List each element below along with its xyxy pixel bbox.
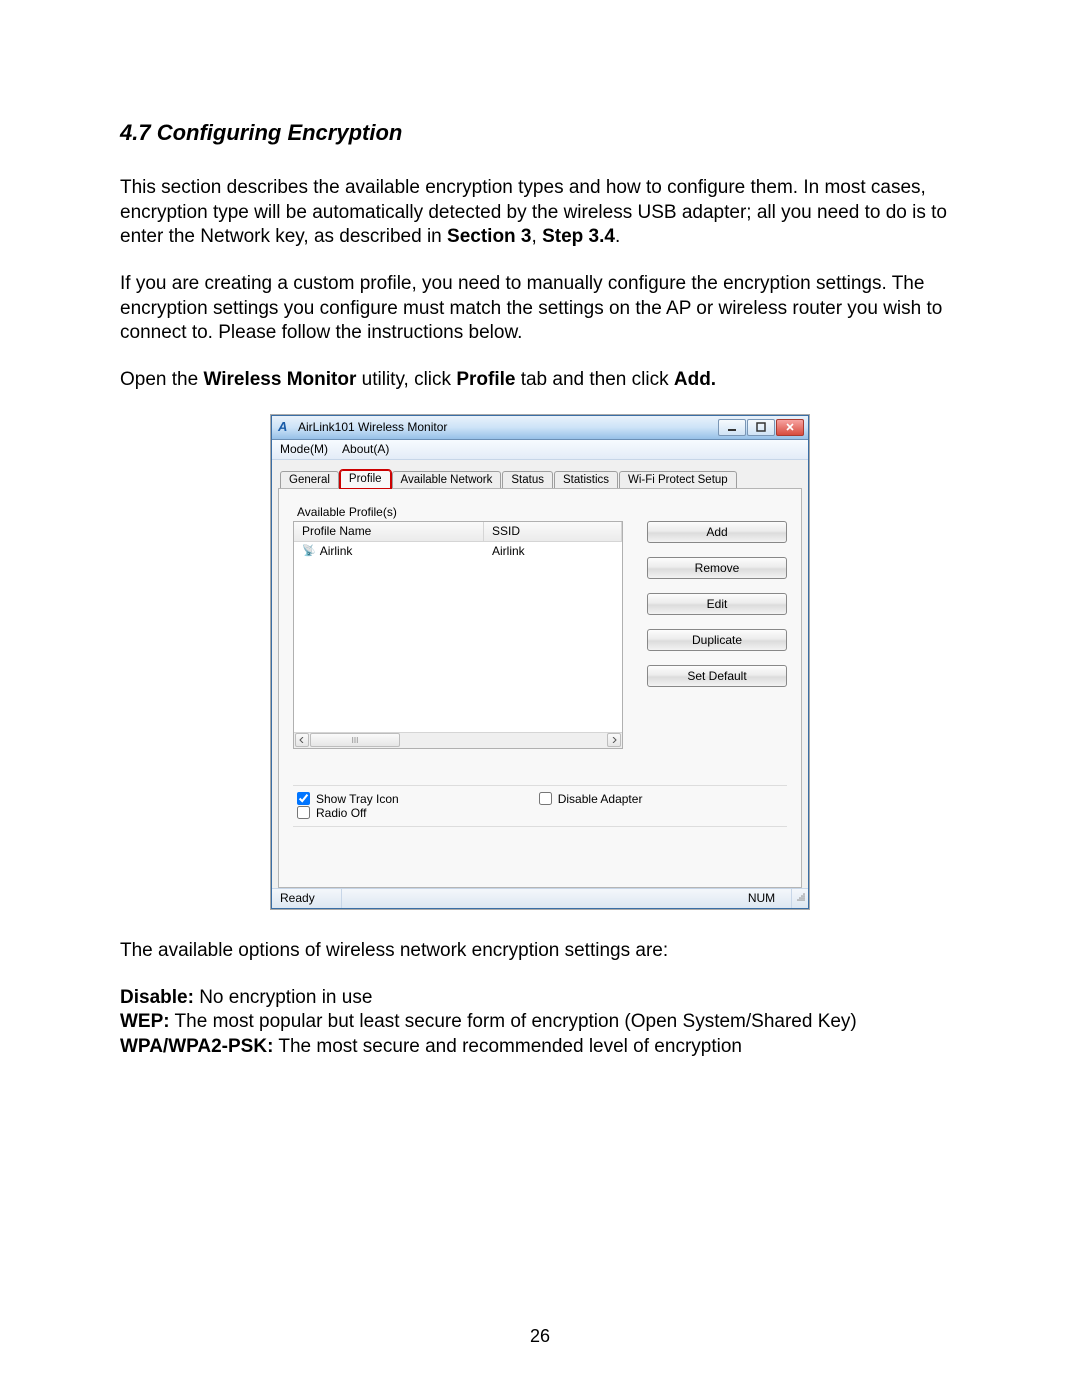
status-ready: Ready [272, 889, 342, 908]
profiles-listview[interactable]: Profile Name SSID 📡 Airlink Airlink [293, 521, 623, 749]
duplicate-button[interactable]: Duplicate [647, 629, 787, 651]
opt-wpa-text: The most secure and recommended level of… [273, 1036, 742, 1057]
bold-text: Wireless Monitor [203, 369, 356, 390]
opt-wep-text: The most popular but least secure form o… [170, 1011, 857, 1032]
disable-adapter-checkbox[interactable] [539, 792, 552, 805]
tab-statistics[interactable]: Statistics [554, 471, 618, 488]
scroll-thumb[interactable]: III [310, 733, 400, 747]
options-list: Disable: No encryption in use WEP: The m… [120, 986, 960, 1060]
tab-status[interactable]: Status [502, 471, 553, 488]
bold-text: Add. [674, 369, 716, 390]
text: Open the [120, 369, 203, 390]
minimize-icon [727, 422, 737, 432]
group-label: Available Profile(s) [297, 505, 787, 519]
text: , [532, 226, 543, 247]
page-number: 26 [0, 1326, 1080, 1347]
show-tray-label: Show Tray Icon [316, 792, 399, 806]
statusbar: Ready NUM [272, 888, 808, 908]
titlebar: A AirLink101 Wireless Monitor [272, 416, 808, 440]
paragraph-2: If you are creating a custom profile, yo… [120, 272, 960, 346]
scroll-right-button[interactable] [607, 733, 621, 747]
list-item[interactable]: 📡 Airlink Airlink [294, 542, 622, 560]
bottom-checks: Show Tray Icon Radio Off Disable Adapter [293, 785, 787, 827]
radio-off-label: Radio Off [316, 806, 366, 820]
tab-wifi-protect[interactable]: Wi-Fi Protect Setup [619, 471, 737, 488]
menu-about[interactable]: About(A) [342, 442, 389, 456]
section-heading: 4.7 Configuring Encryption [120, 120, 960, 146]
maximize-icon [756, 422, 766, 432]
tab-profile[interactable]: Profile [340, 470, 391, 488]
paragraph-1: This section describes the available enc… [120, 176, 960, 250]
remove-button[interactable]: Remove [647, 557, 787, 579]
app-icon: A [278, 420, 292, 434]
show-tray-checkbox[interactable] [297, 792, 310, 805]
status-num: NUM [732, 889, 792, 908]
bold-text: Step 3.4 [542, 226, 615, 247]
close-button[interactable] [776, 419, 804, 436]
disable-adapter-label: Disable Adapter [558, 792, 643, 806]
paragraph-3: Open the Wireless Monitor utility, click… [120, 368, 960, 393]
opt-wpa-label: WPA/WPA2-PSK: [120, 1036, 273, 1057]
bold-text: Section 3 [447, 226, 531, 247]
column-profile-name[interactable]: Profile Name [294, 522, 484, 541]
button-stack: Add Remove Edit Duplicate Set Default [647, 521, 787, 749]
horizontal-scrollbar[interactable]: III [294, 732, 622, 748]
paragraph-4: The available options of wireless networ… [120, 939, 960, 964]
opt-disable-label: Disable: [120, 987, 194, 1008]
radio-off-checkbox[interactable] [297, 806, 310, 819]
edit-button[interactable]: Edit [647, 593, 787, 615]
chevron-right-icon [611, 737, 617, 743]
resize-grip-icon [796, 892, 806, 902]
scroll-left-button[interactable] [295, 733, 309, 747]
listview-header: Profile Name SSID [294, 522, 622, 542]
window-title: AirLink101 Wireless Monitor [298, 420, 447, 434]
close-icon [785, 422, 795, 432]
tab-general[interactable]: General [280, 471, 339, 488]
app-window: A AirLink101 Wireless Monitor Mode(M) Ab… [271, 415, 809, 909]
resize-grip[interactable] [792, 892, 808, 904]
text: utility, click [356, 369, 456, 390]
tab-available-network[interactable]: Available Network [392, 471, 502, 488]
opt-disable-text: No encryption in use [194, 987, 373, 1008]
window-controls [717, 419, 804, 436]
menubar: Mode(M) About(A) [272, 440, 808, 460]
chevron-left-icon [299, 737, 305, 743]
add-button[interactable]: Add [647, 521, 787, 543]
bold-text: Profile [456, 369, 515, 390]
cell-ssid: Airlink [484, 544, 622, 558]
cell-profile-name: Airlink [320, 544, 353, 558]
antenna-icon: 📡 [302, 544, 316, 557]
tabstrip: General Profile Available Network Status… [278, 466, 802, 488]
tabpanel-profile: Available Profile(s) Profile Name SSID 📡 [278, 488, 802, 888]
column-ssid[interactable]: SSID [484, 522, 622, 541]
set-default-button[interactable]: Set Default [647, 665, 787, 687]
maximize-button[interactable] [747, 419, 775, 436]
minimize-button[interactable] [718, 419, 746, 436]
opt-wep-label: WEP: [120, 1011, 170, 1032]
text: tab and then click [515, 369, 673, 390]
menu-mode[interactable]: Mode(M) [280, 442, 328, 456]
text: . [615, 226, 620, 247]
